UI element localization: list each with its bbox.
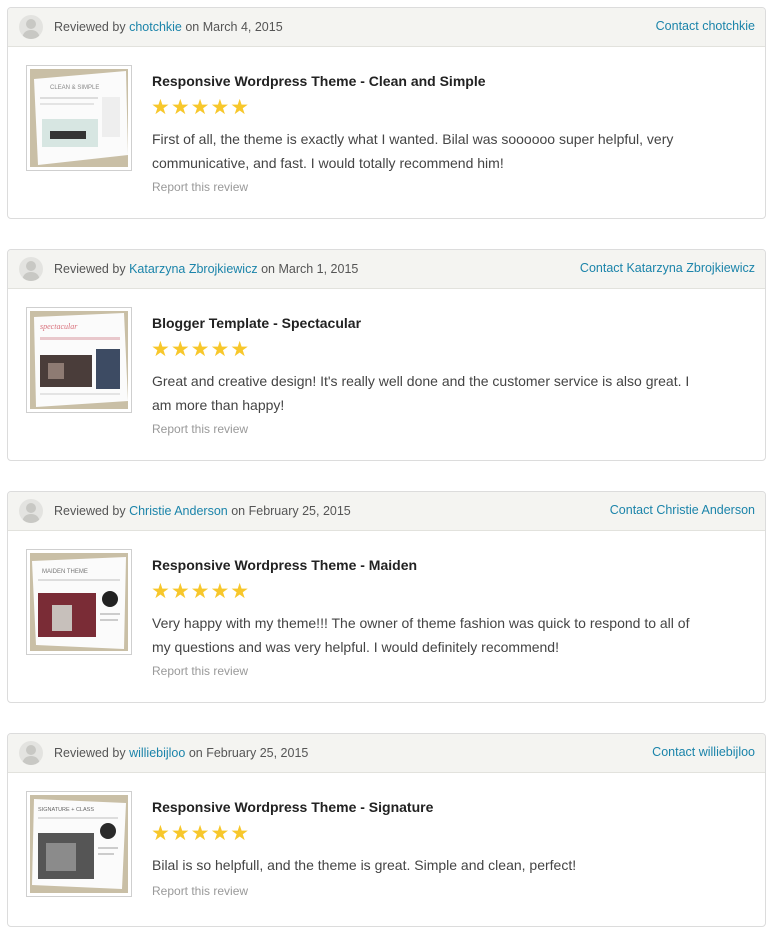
report-review-link[interactable]: Report this review xyxy=(152,180,248,194)
review-text: Great and creative design! It's really w… xyxy=(152,373,690,413)
review-card: Reviewed by williebijloo on February 25,… xyxy=(7,733,766,927)
review-header: Reviewed by chotchkie on March 4, 2015 C… xyxy=(8,8,765,47)
reviewed-by-line: Reviewed by Christie Anderson on Februar… xyxy=(54,504,351,518)
report-review-link[interactable]: Report this review xyxy=(152,664,248,678)
user-silhouette-icon xyxy=(22,19,40,39)
thumb-caption: SIGNATURE + CLASS xyxy=(38,807,94,813)
report-review-link[interactable]: Report this review xyxy=(152,884,248,898)
user-silhouette-icon xyxy=(22,745,40,765)
report-review-link[interactable]: Report this review xyxy=(152,422,248,436)
contact-reviewer-link[interactable]: Contact chotchkie xyxy=(656,19,755,33)
reviewed-by-label: Reviewed by xyxy=(54,20,126,34)
review-date: February 25, 2015 xyxy=(248,504,351,518)
product-thumbnail[interactable]: MAIDEN THEME xyxy=(26,549,132,655)
thumb-caption: spectacular xyxy=(40,322,78,331)
avatar[interactable] xyxy=(19,741,43,765)
item-title[interactable]: Blogger Template - Spectacular xyxy=(152,315,361,331)
on-label: on xyxy=(188,746,203,760)
item-title[interactable]: Responsive Wordpress Theme - Clean and S… xyxy=(152,73,486,89)
on-label: on xyxy=(185,20,200,34)
product-thumbnail[interactable]: spectacular xyxy=(26,307,132,413)
reviewed-by-line: Reviewed by williebijloo on February 25,… xyxy=(54,746,308,760)
review-date: February 25, 2015 xyxy=(206,746,309,760)
item-title[interactable]: Responsive Wordpress Theme - Signature xyxy=(152,799,433,815)
review-card: Reviewed by chotchkie on March 4, 2015 C… xyxy=(7,7,766,219)
reviewed-by-label: Reviewed by xyxy=(54,504,126,518)
reviewed-by-line: Reviewed by Katarzyna Zbrojkiewicz on Ma… xyxy=(54,262,358,276)
thumb-caption: CLEAN & SIMPLE xyxy=(50,85,99,91)
on-label: on xyxy=(261,262,275,276)
review-header: Reviewed by Katarzyna Zbrojkiewicz on Ma… xyxy=(8,250,765,289)
thumb-caption: MAIDEN THEME xyxy=(42,569,88,575)
reviewer-link[interactable]: chotchkie xyxy=(129,20,182,34)
star-rating: ★★★★★ xyxy=(151,580,251,603)
product-thumbnail[interactable]: SIGNATURE + CLASS xyxy=(26,791,132,897)
star-rating: ★★★★★ xyxy=(151,96,251,119)
contact-reviewer-link[interactable]: Contact Katarzyna Zbrojkiewicz xyxy=(580,261,755,275)
item-title[interactable]: Responsive Wordpress Theme - Maiden xyxy=(152,557,417,573)
review-header: Reviewed by williebijloo on February 25,… xyxy=(8,734,765,773)
star-rating: ★★★★★ xyxy=(151,822,251,845)
avatar[interactable] xyxy=(19,15,43,39)
review-text: Very happy with my theme!!! The owner of… xyxy=(152,615,690,655)
review-date: March 4, 2015 xyxy=(202,20,283,34)
review-header: Reviewed by Christie Anderson on Februar… xyxy=(8,492,765,531)
reviewed-by-line: Reviewed by chotchkie on March 4, 2015 xyxy=(54,20,283,34)
review-text: Bilal is so helpfull, and the theme is g… xyxy=(152,857,577,873)
reviewed-by-label: Reviewed by xyxy=(54,746,126,760)
reviewer-link[interactable]: Katarzyna Zbrojkiewicz xyxy=(129,262,258,276)
user-silhouette-icon xyxy=(22,261,40,281)
review-card: Reviewed by Katarzyna Zbrojkiewicz on Ma… xyxy=(7,249,766,461)
review-text: First of all, the theme is exactly what … xyxy=(152,131,674,171)
reviewer-link[interactable]: Christie Anderson xyxy=(129,504,228,518)
on-label: on xyxy=(231,504,246,518)
theme-preview-image: spectacular xyxy=(30,311,128,409)
avatar[interactable] xyxy=(19,257,43,281)
theme-preview-image: CLEAN & SIMPLE xyxy=(30,69,128,167)
user-silhouette-icon xyxy=(22,503,40,523)
reviewed-by-label: Reviewed by xyxy=(54,262,126,276)
contact-reviewer-link[interactable]: Contact Christie Anderson xyxy=(610,503,755,517)
theme-preview-image: MAIDEN THEME xyxy=(30,553,128,651)
review-card: Reviewed by Christie Anderson on Februar… xyxy=(7,491,766,703)
reviewer-link[interactable]: williebijloo xyxy=(129,746,185,760)
avatar[interactable] xyxy=(19,499,43,523)
theme-preview-image: SIGNATURE + CLASS xyxy=(30,795,128,893)
product-thumbnail[interactable]: CLEAN & SIMPLE xyxy=(26,65,132,171)
star-rating: ★★★★★ xyxy=(151,338,251,361)
contact-reviewer-link[interactable]: Contact williebijloo xyxy=(652,745,755,759)
review-date: March 1, 2015 xyxy=(278,262,359,276)
